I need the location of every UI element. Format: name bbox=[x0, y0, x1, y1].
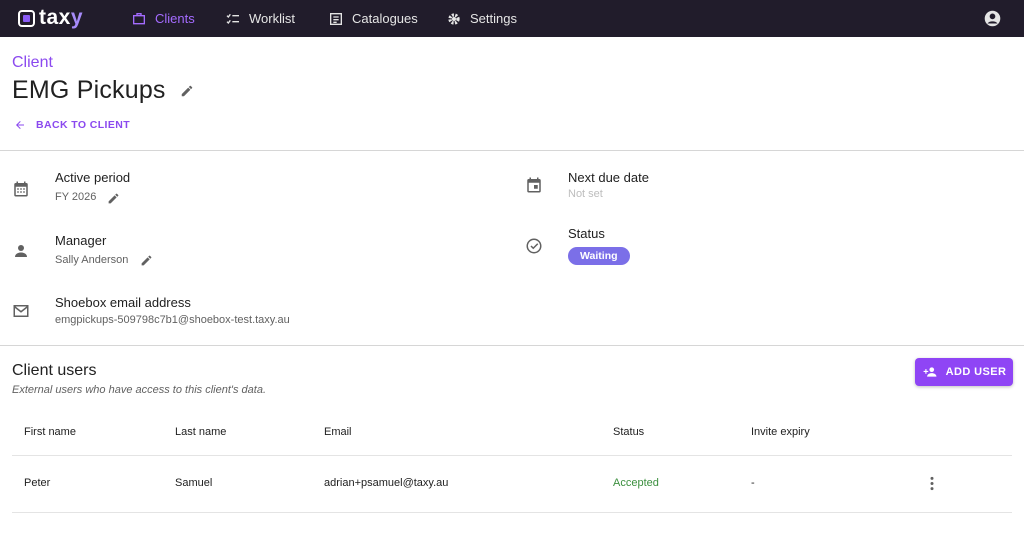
briefcase-icon bbox=[133, 12, 145, 24]
shoebox-email-value: emgpickups-509798c7b1@shoebox-test.taxy.… bbox=[55, 314, 290, 326]
manager-label: Manager bbox=[55, 233, 107, 248]
add-user-button[interactable]: ADD USER bbox=[915, 358, 1013, 386]
person-icon bbox=[15, 245, 27, 257]
nav-settings-label: Settings bbox=[470, 11, 517, 26]
logo-text: taxy bbox=[39, 6, 84, 29]
nav-catalogues-label: Catalogues bbox=[352, 11, 418, 26]
column-header-status[interactable]: Status bbox=[613, 426, 644, 438]
person-add-icon bbox=[923, 367, 937, 377]
breadcrumb: Client bbox=[12, 54, 53, 71]
nav-clients-label: Clients bbox=[155, 11, 195, 26]
edit-active-period-pencil-icon[interactable] bbox=[107, 192, 120, 205]
calendar-icon bbox=[14, 181, 28, 197]
logo-mark-icon bbox=[18, 9, 35, 27]
next-due-date-label: Next due date bbox=[568, 170, 649, 185]
edit-manager-pencil-icon[interactable] bbox=[140, 254, 153, 267]
column-header-invite-expiry[interactable]: Invite expiry bbox=[751, 426, 810, 438]
cell-email: adrian+psamuel@taxy.au bbox=[324, 477, 449, 489]
arrow-left-icon bbox=[16, 121, 24, 129]
divider bbox=[0, 345, 1024, 346]
add-user-label: ADD USER bbox=[945, 366, 1007, 378]
check-circle-icon bbox=[526, 238, 542, 254]
nav-worklist-label: Worklist bbox=[249, 11, 295, 26]
nav-clients[interactable]: Clients bbox=[131, 0, 195, 37]
table-divider bbox=[12, 455, 1012, 456]
cell-status: Accepted bbox=[613, 477, 659, 489]
nav-worklist[interactable]: Worklist bbox=[225, 0, 295, 37]
event-icon bbox=[527, 177, 541, 193]
back-to-client-label: BACK TO CLIENT bbox=[36, 119, 131, 131]
column-header-email[interactable]: Email bbox=[324, 426, 352, 438]
gear-icon bbox=[448, 12, 460, 25]
table-divider bbox=[12, 512, 1012, 513]
edit-title-pencil-icon[interactable] bbox=[180, 84, 194, 98]
client-users-subtitle: External users who have access to this c… bbox=[12, 384, 267, 396]
client-users-title: Client users bbox=[12, 362, 97, 379]
top-nav-bar: taxy Clients Worklist Catalogues Setting… bbox=[0, 0, 1024, 37]
cell-first-name: Peter bbox=[24, 477, 51, 489]
account-circle-icon[interactable] bbox=[984, 10, 1001, 27]
cell-invite-expiry: - bbox=[751, 477, 755, 489]
divider bbox=[0, 150, 1024, 151]
more-vertical-icon[interactable] bbox=[928, 476, 936, 491]
manager-value: Sally Anderson bbox=[55, 254, 129, 266]
back-to-client-link[interactable]: BACK TO CLIENT bbox=[14, 119, 130, 131]
status-label: Status bbox=[568, 226, 605, 241]
active-period-label: Active period bbox=[55, 170, 131, 185]
column-header-first-name[interactable]: First name bbox=[24, 426, 76, 438]
checklist-icon bbox=[226, 13, 239, 24]
page-title: EMG Pickups bbox=[12, 76, 166, 104]
catalogue-icon bbox=[330, 12, 342, 25]
mail-icon bbox=[13, 305, 29, 317]
shoebox-email-label: Shoebox email address bbox=[55, 295, 191, 310]
nav-catalogues[interactable]: Catalogues bbox=[328, 0, 418, 37]
cell-last-name: Samuel bbox=[175, 477, 213, 489]
next-due-date-value: Not set bbox=[568, 188, 603, 200]
column-header-last-name[interactable]: Last name bbox=[175, 426, 226, 438]
taxy-logo[interactable]: taxy bbox=[18, 6, 83, 30]
nav-settings[interactable]: Settings bbox=[446, 0, 517, 37]
status-badge: Waiting bbox=[568, 247, 630, 265]
active-period-value: FY 2026 bbox=[55, 191, 97, 203]
